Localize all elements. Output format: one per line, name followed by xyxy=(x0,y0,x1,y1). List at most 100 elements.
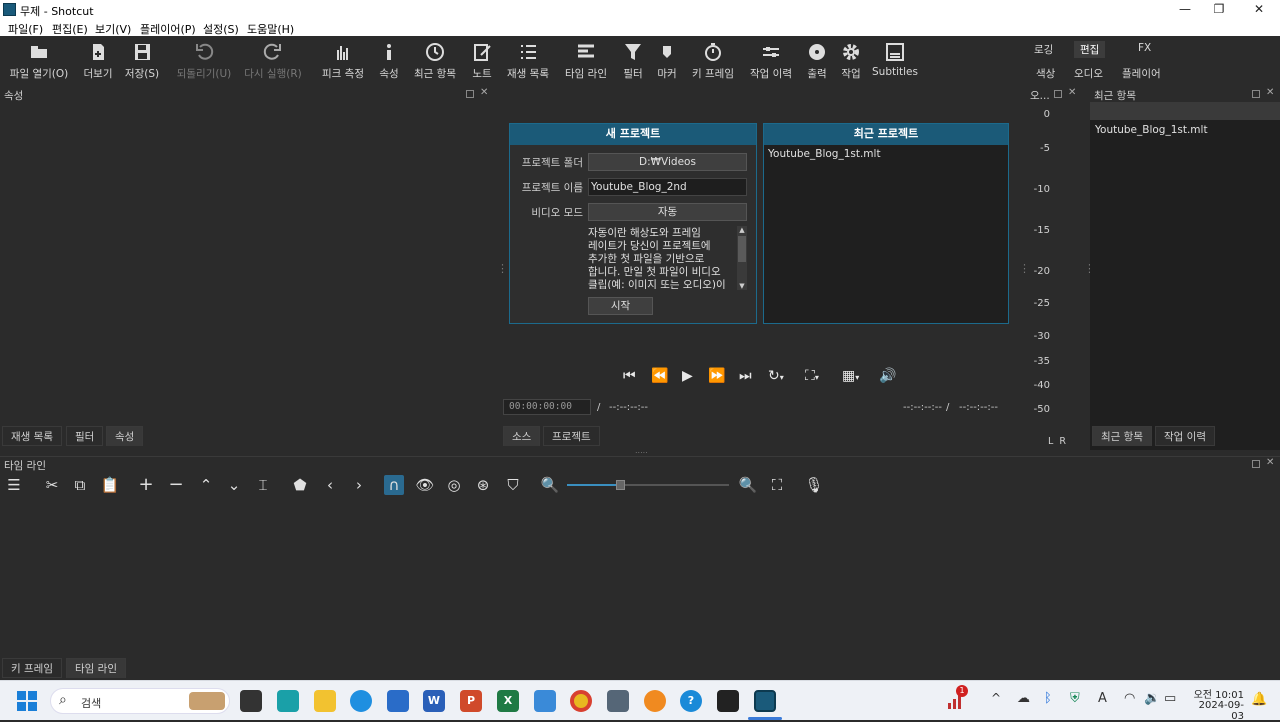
video-mode-select[interactable]: 자동 xyxy=(588,203,747,221)
wifi-icon[interactable]: ◠ xyxy=(1124,691,1135,706)
help-icon[interactable]: ? xyxy=(680,690,702,712)
project-folder-button[interactable]: D:₩Videos xyxy=(588,153,747,171)
layout-player[interactable]: 플레이어 xyxy=(1122,66,1161,81)
word-icon[interactable]: W xyxy=(423,690,445,712)
blender-icon[interactable] xyxy=(644,690,666,712)
panel-close-icon[interactable]: ✕ xyxy=(1266,87,1274,98)
tab-properties[interactable]: 속성 xyxy=(106,426,144,446)
panel-float-icon[interactable] xyxy=(1054,90,1062,98)
cut-icon[interactable]: ✂ xyxy=(42,475,62,495)
scroll-down-icon[interactable]: ▼ xyxy=(737,282,747,290)
marker-icon[interactable]: ⬟ xyxy=(290,475,310,495)
redo-button[interactable]: 다시 실행(R) xyxy=(242,42,304,81)
recent-list-item[interactable]: Youtube_Blog_1st.mlt xyxy=(1090,120,1280,140)
battery-icon[interactable]: ▭ xyxy=(1164,691,1176,706)
description-scrollbar[interactable]: ▲ ▼ xyxy=(737,226,747,290)
recent-project-item[interactable]: Youtube_Blog_1st.mlt xyxy=(764,145,1008,163)
splitter-handle[interactable]: ⋮ xyxy=(1019,262,1030,275)
tab-filters[interactable]: 필터 xyxy=(66,426,104,446)
skip-to-start-icon[interactable]: ⏮ xyxy=(623,368,636,384)
keyframes-button[interactable]: 키 프레임 xyxy=(688,42,738,81)
grid-icon[interactable]: ▦▾ xyxy=(842,368,859,384)
project-name-input[interactable]: Youtube_Blog_2nd xyxy=(588,178,747,196)
zoom-slider-handle[interactable] xyxy=(616,480,625,490)
panel-close-icon[interactable]: ✕ xyxy=(480,87,488,98)
next-marker-icon[interactable]: › xyxy=(349,475,369,495)
app-icon[interactable] xyxy=(534,690,556,712)
timeline-button[interactable]: 타임 라인 xyxy=(560,42,612,81)
chevron-up-icon[interactable]: ^ xyxy=(991,691,1001,705)
notification-bell-icon[interactable]: 🔔 xyxy=(1251,692,1267,707)
zoom-out-icon[interactable]: 🔍 xyxy=(540,475,560,495)
ripple-all-icon[interactable]: ⊛ xyxy=(473,475,493,495)
edge-icon[interactable] xyxy=(350,690,372,712)
copy-icon[interactable]: ⧉ xyxy=(70,475,90,495)
timeline-menu-icon[interactable]: ☰ xyxy=(4,475,24,495)
append-icon[interactable]: + xyxy=(136,475,156,495)
ripple-icon[interactable]: ◎ xyxy=(444,475,464,495)
scroll-up-icon[interactable]: ▲ xyxy=(737,226,747,234)
security-icon[interactable]: ⛨ xyxy=(1070,691,1080,706)
split-icon[interactable]: ⌶ xyxy=(253,475,273,495)
timecode-input[interactable]: 00:00:00:00 xyxy=(503,399,591,415)
notes-button[interactable]: 노트 xyxy=(468,42,496,81)
markers-button[interactable]: 마커 xyxy=(654,42,680,81)
start-button[interactable]: 시작 xyxy=(588,297,653,315)
playlist-button[interactable]: 재생 목록 xyxy=(504,42,552,81)
splitter-handle[interactable]: ⋮ xyxy=(497,262,508,275)
jobs-history-button[interactable]: 작업 이력 xyxy=(746,42,796,81)
tab-source[interactable]: 소스 xyxy=(503,426,541,446)
panel-close-icon[interactable]: ✕ xyxy=(1068,87,1076,98)
zoom-fit-timeline-icon[interactable]: ⛶ xyxy=(767,475,787,495)
windows-start-icon[interactable] xyxy=(17,691,37,711)
more-button[interactable]: 더보기 xyxy=(80,42,116,81)
layout-logging[interactable]: 로깅 xyxy=(1034,42,1053,57)
rewind-icon[interactable]: ⏪ xyxy=(651,368,668,384)
snap-magnet-icon[interactable]: ∩ xyxy=(384,475,404,495)
menu-settings[interactable]: 설정(S) xyxy=(203,21,239,37)
remove-icon[interactable]: − xyxy=(166,475,186,495)
excel-icon[interactable]: X xyxy=(497,690,519,712)
subtitles-button[interactable]: Subtitles xyxy=(872,42,918,78)
clock-time[interactable]: 오전 10:01 xyxy=(1192,686,1244,701)
cloud-icon[interactable]: ☁ xyxy=(1017,691,1030,706)
shotcut-taskbar-icon[interactable] xyxy=(754,690,776,712)
scrub-icon[interactable]: 👁 xyxy=(415,475,435,495)
powerpoint-icon[interactable]: P xyxy=(460,690,482,712)
panel-float-icon[interactable] xyxy=(1252,460,1260,468)
panel-float-icon[interactable] xyxy=(1252,90,1260,98)
menu-view[interactable]: 보기(V) xyxy=(95,21,131,37)
paste-icon[interactable]: 📋 xyxy=(100,475,120,495)
menu-edit[interactable]: 편집(E) xyxy=(52,21,88,37)
clock-date[interactable]: 2024-09-03 xyxy=(1190,700,1244,722)
arduino-icon[interactable] xyxy=(277,690,299,712)
fast-forward-icon[interactable]: ⏩ xyxy=(708,368,725,384)
menu-player[interactable]: 플레이어(P) xyxy=(140,21,196,37)
speaker-icon[interactable]: 🔉 xyxy=(1144,691,1160,706)
export-button[interactable]: 출력 xyxy=(804,42,830,81)
volume-icon[interactable]: 🔊 xyxy=(879,368,896,384)
zoom-fit-icon[interactable]: ⛶▾ xyxy=(805,368,819,384)
file-explorer-icon[interactable] xyxy=(314,690,336,712)
camera-icon[interactable] xyxy=(607,690,629,712)
overwrite-icon[interactable]: ⌄ xyxy=(224,475,244,495)
scroll-thumb[interactable] xyxy=(738,236,746,262)
tab-recent[interactable]: 최근 항목 xyxy=(1092,426,1152,446)
previous-marker-icon[interactable]: ‹ xyxy=(320,475,340,495)
save-button[interactable]: 저장(S) xyxy=(124,42,160,81)
tab-playlist[interactable]: 재생 목록 xyxy=(2,426,62,446)
terminal-icon[interactable] xyxy=(717,690,739,712)
panel-float-icon[interactable] xyxy=(466,90,474,98)
properties-button[interactable]: 속성 xyxy=(376,42,402,81)
layout-audio[interactable]: 오디오 xyxy=(1074,66,1103,81)
zoom-slider[interactable] xyxy=(567,480,729,490)
chrome-icon[interactable] xyxy=(570,690,592,712)
tab-keyframes[interactable]: 키 프레임 xyxy=(2,658,62,678)
zoom-in-icon[interactable]: 🔍 xyxy=(738,475,758,495)
peak-meter-button[interactable]: 피크 측정 xyxy=(318,42,368,81)
skip-to-end-icon[interactable]: ⏭ xyxy=(739,368,752,384)
recent-button[interactable]: 최근 항목 xyxy=(410,42,460,81)
timeline-tracks-area[interactable] xyxy=(0,500,1280,657)
ripple-markers-icon[interactable]: ⛉ xyxy=(503,475,523,495)
tab-timeline[interactable]: 타임 라인 xyxy=(66,658,126,678)
